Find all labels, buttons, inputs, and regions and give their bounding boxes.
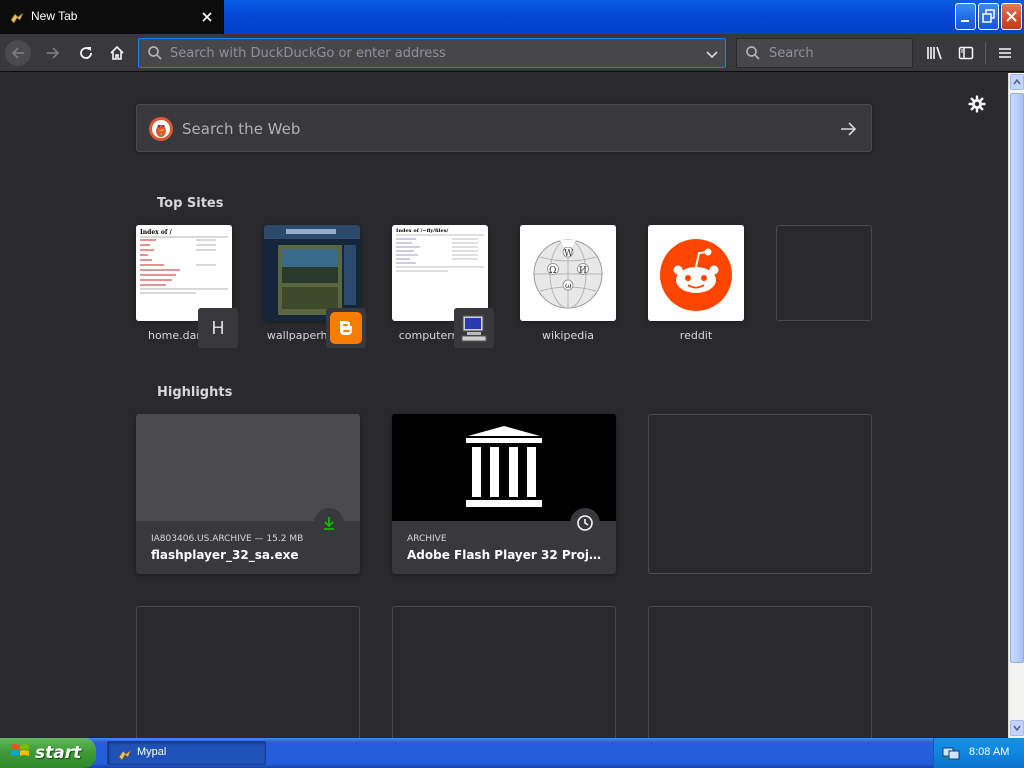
arrow-right-icon[interactable] [839, 120, 857, 142]
search-bar[interactable]: Search [736, 38, 913, 68]
site-letter-badge: H [198, 308, 238, 348]
blogger-logo-icon [326, 308, 366, 348]
start-label: start [35, 743, 82, 763]
top-site-wikipedia[interactable]: W Ω И ω wikipedia [520, 225, 616, 342]
close-window-button[interactable] [1001, 3, 1022, 30]
site-thumbnail [648, 225, 744, 321]
top-site-wallpaperhunter[interactable]: wallpaperhunter [264, 225, 366, 348]
web-search-placeholder: Search the Web [182, 120, 301, 138]
svg-text:W: W [564, 249, 574, 259]
card-preview [136, 414, 360, 521]
svg-text:ω: ω [565, 281, 572, 290]
toolbar-divider [985, 42, 986, 64]
library-icon [927, 46, 942, 60]
highlight-empty-slot [392, 606, 616, 738]
highlight-card-download[interactable]: IA803406.US.ARCHIVE — 15.2 MB flashplaye… [136, 414, 360, 574]
site-thumbnail: W Ω И ω [520, 225, 616, 321]
reload-button[interactable] [73, 40, 99, 66]
back-button[interactable] [5, 40, 31, 66]
highlight-empty-slot [648, 414, 872, 574]
top-sites-heading: Top Sites [157, 196, 224, 211]
top-site-computernewb[interactable]: Index of /~fly/files/ computernewb [392, 225, 494, 348]
menu-button[interactable] [992, 40, 1018, 66]
forward-button[interactable] [40, 40, 66, 66]
scroll-down-button[interactable] [1010, 720, 1024, 736]
duckduckgo-logo-icon [149, 117, 173, 145]
top-site-empty-slot [776, 225, 872, 321]
clock-icon [570, 508, 600, 538]
highlight-empty-slot [648, 606, 872, 738]
card-source: IA803406.US.ARCHIVE — 15.2 MB [151, 534, 304, 544]
web-search-box[interactable]: Search the Web [136, 104, 872, 152]
windows-logo-icon [10, 742, 30, 764]
title-bar: New Tab [0, 0, 1024, 34]
wikipedia-globe-icon: W Ω И ω [520, 225, 616, 321]
chevron-down-icon [1013, 725, 1021, 731]
svg-text:Index of /: Index of / [140, 229, 173, 236]
chevron-down-icon[interactable] [705, 46, 719, 65]
card-title: flashplayer_32_sa.exe [151, 548, 299, 562]
site-badge-letter: H [211, 317, 225, 339]
sidebar-button[interactable] [953, 40, 979, 66]
minimize-button[interactable] [955, 3, 976, 30]
close-tab-icon[interactable] [200, 9, 214, 23]
highlights-heading: Highlights [157, 385, 233, 400]
restore-button[interactable] [978, 3, 999, 30]
top-site-reddit[interactable]: reddit [648, 225, 744, 342]
card-title: Adobe Flash Player 32 Projector :... [407, 548, 607, 562]
internet-archive-logo-icon [392, 414, 616, 521]
site-thumbnail [264, 225, 360, 321]
tab-title: New Tab [31, 9, 78, 23]
site-label: wikipedia [541, 329, 594, 342]
library-button[interactable] [922, 40, 948, 66]
arrow-left-icon [11, 47, 24, 59]
site-thumbnail-placeholder [776, 225, 872, 321]
url-input[interactable] [170, 43, 690, 63]
svg-text:Ω: Ω [549, 266, 556, 276]
download-icon [314, 508, 344, 538]
vertical-scrollbar[interactable] [1008, 73, 1024, 738]
site-thumbnail: Index of /~fly/files/ [392, 225, 488, 321]
tab-new-tab[interactable]: New Tab [0, 0, 224, 34]
search-icon [147, 45, 163, 65]
highlight-card-archive[interactable]: ARCHIVE Adobe Flash Player 32 Projector … [392, 414, 616, 574]
taskbar-item-mypal[interactable]: Mypal [107, 741, 266, 765]
taskbar-item-label: Mypal [137, 746, 167, 758]
highlight-empty-slot [136, 606, 360, 738]
scroll-up-button[interactable] [1010, 74, 1024, 90]
new-tab-page: Search the Web Top Sites Index of / H ho… [0, 73, 1008, 738]
system-tray: 8:08 AM [933, 738, 1024, 768]
home-button[interactable] [104, 40, 130, 66]
chevron-up-icon [1013, 79, 1021, 85]
computer-monitor-icon [454, 308, 494, 348]
taskbar: start Mypal 8:08 AM [0, 738, 1024, 768]
top-site-home-darkok[interactable]: Index of / H home.darkok [136, 225, 238, 348]
scroll-thumb[interactable] [1010, 93, 1024, 663]
network-icon[interactable] [942, 745, 960, 765]
arrow-right-icon [47, 47, 60, 59]
home-icon [110, 45, 124, 60]
clock: 8:08 AM [969, 746, 1010, 758]
svg-text:И: И [579, 266, 587, 276]
card-source: ARCHIVE [407, 534, 447, 544]
navigation-toolbar: Search [0, 34, 1024, 72]
reddit-logo-icon [648, 225, 744, 321]
gear-icon[interactable] [968, 95, 986, 117]
svg-text:Index of /~fly/files/: Index of /~fly/files/ [396, 228, 449, 234]
start-button[interactable]: start [0, 738, 96, 768]
mypal-logo-icon [118, 747, 132, 766]
search-icon [745, 45, 761, 65]
address-bar[interactable] [138, 38, 726, 68]
mypal-logo-icon [10, 10, 24, 24]
hamburger-menu-icon [999, 48, 1011, 58]
site-label: reddit [679, 329, 713, 342]
reload-icon [80, 47, 92, 59]
sidebar-icon [958, 46, 974, 60]
search-bar-placeholder: Search [769, 46, 814, 61]
site-thumbnail: Index of / [136, 225, 232, 321]
